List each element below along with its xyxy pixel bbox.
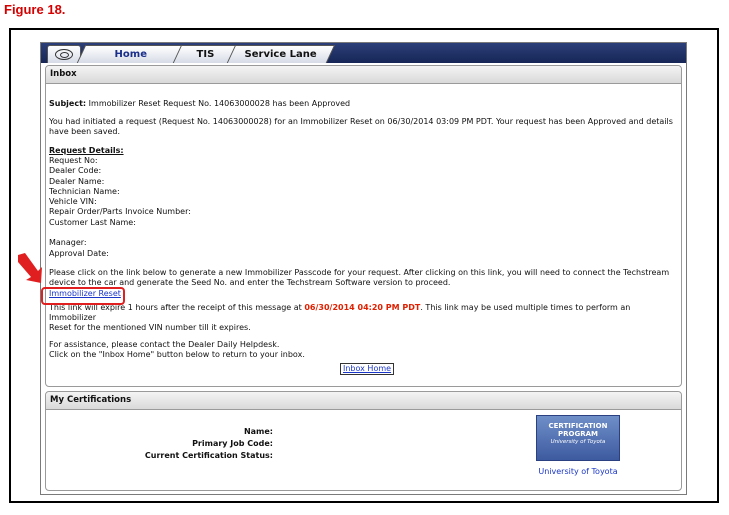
inbox-header: Inbox (46, 66, 681, 84)
cert-status-label: Current Certification Status: (144, 451, 273, 460)
university-of-toyota-link[interactable]: University of Toyota (526, 467, 630, 476)
instruction-text: Please click on the link below to genera… (49, 267, 670, 287)
tab-service-lane[interactable]: Service Lane (226, 45, 336, 63)
inbox-body: Subject: Immobilizer Reset Request No. 1… (49, 99, 677, 360)
tab-bar: Home TIS Service Lane (41, 43, 686, 63)
assistance-text: For assistance, please contact the Deale… (49, 339, 305, 359)
intro-text: You had initiated a request (Request No.… (49, 117, 673, 136)
figure-caption: Figure 18. (4, 2, 66, 17)
tab-toyota-logo[interactable] (47, 45, 81, 63)
field-request-no: Request No: (49, 156, 98, 165)
certifications-header: My Certifications (46, 392, 681, 410)
cert-name-label: Name: (243, 427, 273, 436)
immobilizer-reset-row: Immobilizer Reset (49, 289, 677, 299)
request-details-title: Request Details: (49, 146, 124, 155)
subject-line: Subject: Immobilizer Reset Request No. 1… (49, 99, 351, 108)
cert-job-code-label: Primary Job Code: (192, 439, 273, 448)
inbox-home-button[interactable]: Inbox Home (340, 363, 395, 375)
reset-link-highlight (41, 287, 125, 305)
field-spacer (49, 228, 677, 238)
toyota-logo-icon (55, 49, 73, 60)
expiry-time: 06/30/2014 04:20 PM PDT (304, 302, 421, 312)
field-repair-order: Repair Order/Parts Invoice Number: (49, 207, 191, 217)
field-approval-date: Approval Date: (49, 248, 109, 258)
field-customer-last-name: Customer Last Name: (49, 217, 136, 227)
tab-home[interactable]: Home (76, 45, 186, 63)
certification-program-logo: CERTIFICATION PROGRAM University of Toyo… (536, 415, 620, 461)
red-arrow-icon (18, 253, 42, 283)
field-vehicle-vin: Vehicle VIN: (49, 197, 97, 207)
field-dealer-name: Dealer Name: (49, 176, 105, 186)
certifications-panel: My Certifications Name: Primary Job Code… (45, 391, 682, 491)
dealer-daily-window: Home TIS Service Lane Inbox Subject: Imm… (40, 42, 687, 495)
expiry-text: This link will expire 1 hours after the … (49, 302, 631, 332)
inbox-panel: Inbox Subject: Immobilizer Reset Request… (45, 65, 682, 387)
field-manager: Manager: (49, 238, 87, 248)
request-details-list: Request No: Dealer Code: Dealer Name: Te… (49, 156, 677, 259)
field-dealer-code: Dealer Code: (49, 166, 102, 176)
field-technician-name: Technician Name: (49, 186, 120, 196)
